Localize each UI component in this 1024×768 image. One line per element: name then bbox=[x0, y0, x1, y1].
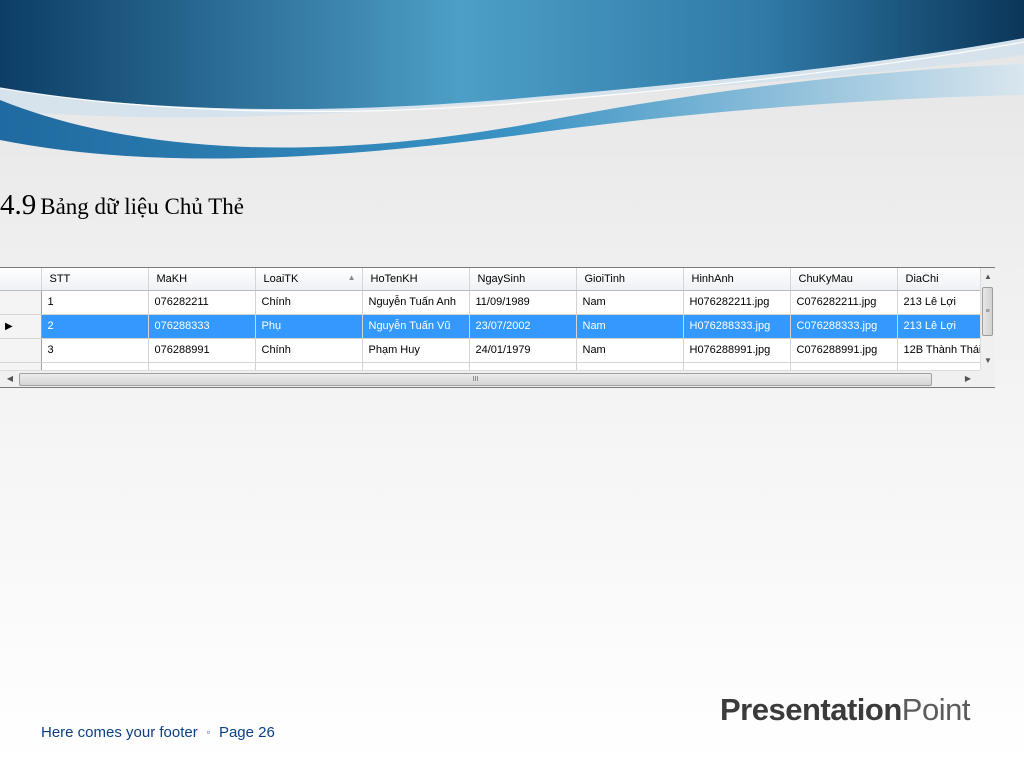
cell-hinhanh[interactable]: H076282211.jpg bbox=[683, 290, 791, 315]
sort-ascending-icon: ▲ bbox=[347, 272, 356, 282]
scroll-left-arrow-icon[interactable]: ◀ bbox=[2, 371, 18, 387]
horizontal-scroll-thumb[interactable]: III bbox=[19, 373, 932, 386]
cell-loaitk[interactable]: Chính bbox=[255, 290, 363, 315]
cell-empty[interactable] bbox=[362, 362, 470, 371]
horizontal-scrollbar[interactable]: ◀ III ▶ bbox=[0, 370, 980, 387]
column-header-makh[interactable]: MaKH bbox=[148, 268, 256, 291]
slide-footer: Here comes your footer ▫ Page 26 bbox=[41, 724, 275, 741]
cell-empty[interactable] bbox=[790, 362, 898, 371]
column-header-loaitk-label: LoaiTK bbox=[263, 272, 299, 285]
grid-corner-header[interactable] bbox=[0, 268, 42, 291]
column-header-loaitk[interactable]: LoaiTK ▲ bbox=[255, 268, 363, 291]
column-header-diachi[interactable]: DiaChi bbox=[897, 268, 981, 291]
column-header-chukymau[interactable]: ChuKyMau bbox=[790, 268, 898, 291]
cell-empty[interactable] bbox=[469, 362, 577, 371]
column-header-ngaysinh[interactable]: NgaySinh bbox=[469, 268, 577, 291]
cell-hinhanh[interactable]: H076288333.jpg bbox=[683, 314, 791, 339]
cell-ngaysinh[interactable]: 11/09/1989 bbox=[469, 290, 577, 315]
cell-empty[interactable] bbox=[576, 362, 684, 371]
footer-text: Here comes your footer bbox=[41, 724, 198, 741]
presentationpoint-logo: PresentationPoint bbox=[720, 692, 970, 728]
table-row-selected[interactable]: ▶ 2 076288333 Phụ Nguyễn Tuấn Vũ 23/07/2… bbox=[0, 314, 981, 339]
cell-diachi[interactable]: 213 Lê Lợi bbox=[897, 314, 981, 339]
row-header[interactable]: ▶ bbox=[0, 314, 42, 339]
cell-gioitinh[interactable]: Nam bbox=[576, 314, 684, 339]
cell-diachi[interactable]: 12B Thành Thái bbox=[897, 338, 981, 363]
logo-part-point: Point bbox=[901, 692, 971, 727]
scroll-right-arrow-icon[interactable]: ▶ bbox=[960, 371, 976, 387]
footer-separator-icon: ▫ bbox=[206, 727, 210, 737]
column-header-stt[interactable]: STT bbox=[41, 268, 149, 291]
table-row[interactable]: 3 076288991 Chính Phạm Huy 24/01/1979 Na… bbox=[0, 338, 981, 363]
cell-hotenkh[interactable]: Nguyễn Tuấn Vũ bbox=[362, 314, 470, 339]
cell-stt[interactable]: 2 bbox=[41, 314, 149, 339]
cell-makh[interactable]: 076282211 bbox=[148, 290, 256, 315]
cell-hotenkh[interactable]: Phạm Huy bbox=[362, 338, 470, 363]
cardholder-data-grid[interactable]: STT MaKH LoaiTK ▲ HoTenKH NgaySinh GioiTi… bbox=[0, 267, 995, 388]
row-header[interactable] bbox=[0, 338, 42, 363]
cell-empty[interactable] bbox=[897, 362, 981, 371]
column-header-gioitinh[interactable]: GioiTinh bbox=[576, 268, 684, 291]
logo-part-presentation: Presentation bbox=[720, 692, 902, 727]
cell-stt[interactable]: 3 bbox=[41, 338, 149, 363]
table-row[interactable]: 1 076282211 Chính Nguyễn Tuấn Anh 11/09/… bbox=[0, 290, 981, 315]
header-wave-graphic bbox=[0, 0, 1024, 159]
cell-loaitk[interactable]: Phụ bbox=[255, 314, 363, 339]
heading-text: Bảng dữ liệu Chủ Thẻ bbox=[40, 194, 244, 219]
scrollbar-corner bbox=[980, 370, 995, 387]
table-row-partial[interactable] bbox=[0, 362, 981, 371]
vertical-scroll-thumb[interactable]: ≡ bbox=[982, 287, 993, 336]
cell-hinhanh[interactable]: H076288991.jpg bbox=[683, 338, 791, 363]
cell-chukymau[interactable]: C076282211.jpg bbox=[790, 290, 898, 315]
heading-number: 4.9 bbox=[0, 189, 37, 221]
cell-makh[interactable]: 076288333 bbox=[148, 314, 256, 339]
slide-heading: 4.9 Bảng dữ liệu Chủ Thẻ bbox=[0, 189, 244, 222]
cell-stt[interactable]: 1 bbox=[41, 290, 149, 315]
row-header[interactable] bbox=[0, 290, 42, 315]
vertical-scrollbar[interactable]: ▲ ≡ ▼ bbox=[980, 268, 995, 370]
grid-header-row: STT MaKH LoaiTK ▲ HoTenKH NgaySinh GioiTi… bbox=[0, 268, 981, 291]
column-header-hotenkh[interactable]: HoTenKH bbox=[362, 268, 470, 291]
cell-gioitinh[interactable]: Nam bbox=[576, 338, 684, 363]
grid-table: STT MaKH LoaiTK ▲ HoTenKH NgaySinh GioiTi… bbox=[0, 268, 981, 371]
cell-empty[interactable] bbox=[255, 362, 363, 371]
scroll-up-arrow-icon[interactable]: ▲ bbox=[981, 270, 995, 284]
current-row-arrow-icon: ▶ bbox=[5, 321, 13, 332]
cell-makh[interactable]: 076288991 bbox=[148, 338, 256, 363]
cell-gioitinh[interactable]: Nam bbox=[576, 290, 684, 315]
cell-chukymau[interactable]: C076288991.jpg bbox=[790, 338, 898, 363]
cell-hotenkh[interactable]: Nguyễn Tuấn Anh bbox=[362, 290, 470, 315]
cell-chukymau[interactable]: C076288333.jpg bbox=[790, 314, 898, 339]
cell-empty[interactable] bbox=[683, 362, 791, 371]
row-header[interactable] bbox=[0, 362, 42, 371]
page-number: Page 26 bbox=[218, 724, 275, 741]
cell-ngaysinh[interactable]: 23/07/2002 bbox=[469, 314, 577, 339]
column-header-hinhanh[interactable]: HinhAnh bbox=[683, 268, 791, 291]
scroll-down-arrow-icon[interactable]: ▼ bbox=[981, 354, 995, 368]
cell-empty[interactable] bbox=[148, 362, 256, 371]
cell-loaitk[interactable]: Chính bbox=[255, 338, 363, 363]
cell-diachi[interactable]: 213 Lê Lợi bbox=[897, 290, 981, 315]
cell-empty[interactable] bbox=[41, 362, 149, 371]
cell-ngaysinh[interactable]: 24/01/1979 bbox=[469, 338, 577, 363]
